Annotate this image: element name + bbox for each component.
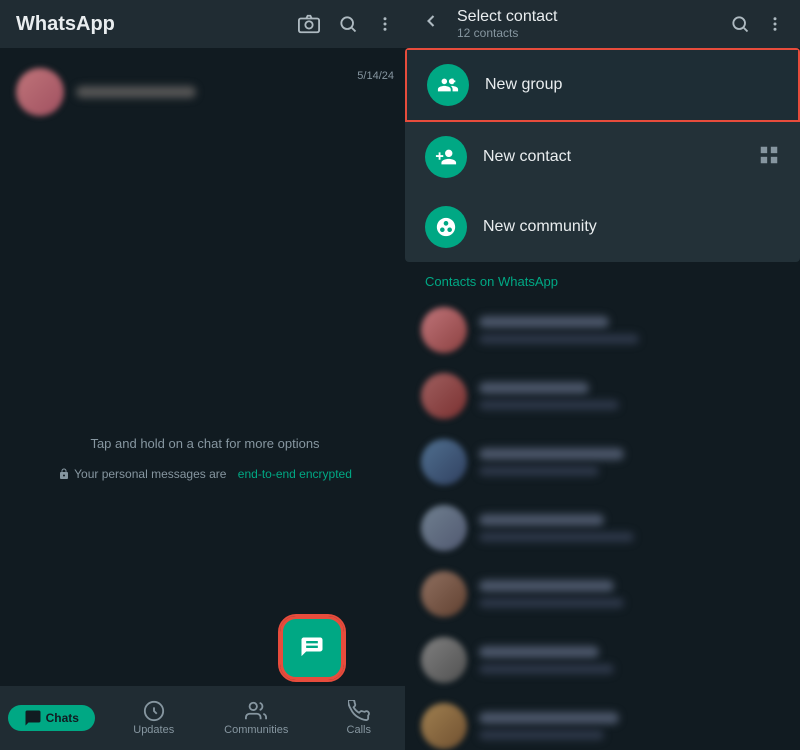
contact-info	[479, 580, 784, 608]
contact-info	[479, 712, 784, 740]
right-panel: Select contact 12 contacts	[405, 0, 800, 750]
plus-icon	[298, 634, 326, 662]
contact-name	[479, 580, 614, 592]
right-more-button[interactable]	[766, 14, 784, 34]
left-header: WhatsApp	[0, 0, 410, 48]
contact-info	[479, 514, 784, 542]
chat-item[interactable]: 5/14/24	[0, 58, 410, 126]
new-group-icon-circle	[427, 64, 469, 106]
contact-avatar	[421, 571, 467, 617]
contact-name	[479, 316, 609, 328]
right-search-button[interactable]	[730, 14, 750, 34]
contact-name	[479, 382, 589, 394]
community-icon	[435, 216, 457, 238]
bottom-navigation: Chats Updates Communities Calls	[0, 686, 410, 750]
tap-hold-hint: Tap and hold on a chat for more options	[90, 436, 319, 451]
contact-info	[479, 316, 784, 344]
contact-status	[479, 400, 619, 410]
new-community-icon-circle	[425, 206, 467, 248]
contact-avatar	[421, 505, 467, 551]
new-group-menu-item[interactable]: New group	[405, 48, 800, 122]
select-contact-title: Select contact	[457, 8, 714, 26]
nav-communities[interactable]: Communities	[205, 692, 308, 744]
camera-button[interactable]	[298, 13, 320, 35]
app-title: WhatsApp	[16, 13, 115, 36]
contact-avatar	[421, 703, 467, 749]
nav-calls[interactable]: Calls	[308, 692, 411, 744]
new-community-menu-item[interactable]: New community	[405, 192, 800, 262]
contact-status	[479, 598, 624, 608]
updates-nav-icon	[143, 700, 165, 722]
contact-avatar	[421, 307, 467, 353]
group-add-icon	[437, 74, 459, 96]
contact-item[interactable]	[405, 297, 800, 363]
contact-status	[479, 730, 604, 740]
contacts-list	[405, 297, 800, 750]
contact-status	[479, 334, 639, 344]
contacts-on-whatsapp-header: Contacts on WhatsApp	[405, 262, 800, 297]
grid-icon	[758, 144, 780, 166]
new-contact-label: New contact	[483, 148, 571, 166]
contact-item[interactable]	[405, 561, 800, 627]
encrypted-notice: Your personal messages are end-to-end en…	[58, 467, 352, 481]
calls-nav-label: Calls	[347, 724, 371, 736]
nav-updates[interactable]: Updates	[103, 692, 206, 744]
contacts-count: 12 contacts	[457, 26, 714, 40]
left-panel: WhatsApp	[0, 0, 410, 750]
contact-name	[479, 646, 599, 658]
grid-icon-area	[758, 144, 780, 171]
contact-avatar	[421, 373, 467, 419]
back-button[interactable]	[421, 11, 441, 37]
right-header: Select contact 12 contacts	[405, 0, 800, 48]
search-button[interactable]	[338, 14, 358, 34]
right-header-info: Select contact 12 contacts	[457, 8, 714, 40]
right-header-icons	[730, 14, 784, 34]
contact-info	[479, 382, 784, 410]
left-content: Tap and hold on a chat for more options …	[0, 126, 410, 750]
chat-date: 5/14/24	[357, 70, 394, 82]
contact-info	[479, 646, 784, 674]
contact-item[interactable]	[405, 429, 800, 495]
fab-container	[280, 616, 344, 680]
person-add-icon	[435, 146, 457, 168]
more-options-button[interactable]	[376, 15, 394, 33]
new-contact-menu-item[interactable]: New contact	[405, 122, 800, 192]
updates-nav-label: Updates	[133, 724, 174, 736]
new-contact-icon-circle	[425, 136, 467, 178]
contact-item[interactable]	[405, 495, 800, 561]
contact-item[interactable]	[405, 363, 800, 429]
nav-chats-active-bg: Chats	[8, 705, 95, 731]
contact-item[interactable]	[405, 627, 800, 693]
contact-avatar	[421, 439, 467, 485]
new-community-label: New community	[483, 218, 597, 236]
contact-status	[479, 466, 599, 476]
new-chat-fab[interactable]	[280, 616, 344, 680]
new-group-label: New group	[485, 76, 562, 94]
contact-item[interactable]	[405, 693, 800, 750]
contact-status	[479, 664, 614, 674]
nav-chats[interactable]: Chats	[0, 697, 103, 739]
chats-nav-icon	[24, 709, 42, 727]
lock-icon	[58, 468, 70, 480]
contact-name	[479, 514, 604, 526]
contact-name	[479, 448, 624, 460]
contact-avatar	[421, 637, 467, 683]
chat-name	[76, 86, 196, 98]
calls-nav-icon	[348, 700, 370, 722]
contact-name	[479, 712, 619, 724]
communities-nav-icon	[245, 700, 267, 722]
chat-avatar	[16, 68, 64, 116]
chat-info	[76, 86, 345, 98]
contact-info	[479, 448, 784, 476]
contact-status	[479, 532, 634, 542]
dropdown-menu: New group New contact	[405, 48, 800, 262]
chats-nav-label: Chats	[46, 711, 79, 725]
left-header-icons	[298, 13, 394, 35]
communities-nav-label: Communities	[224, 724, 288, 736]
